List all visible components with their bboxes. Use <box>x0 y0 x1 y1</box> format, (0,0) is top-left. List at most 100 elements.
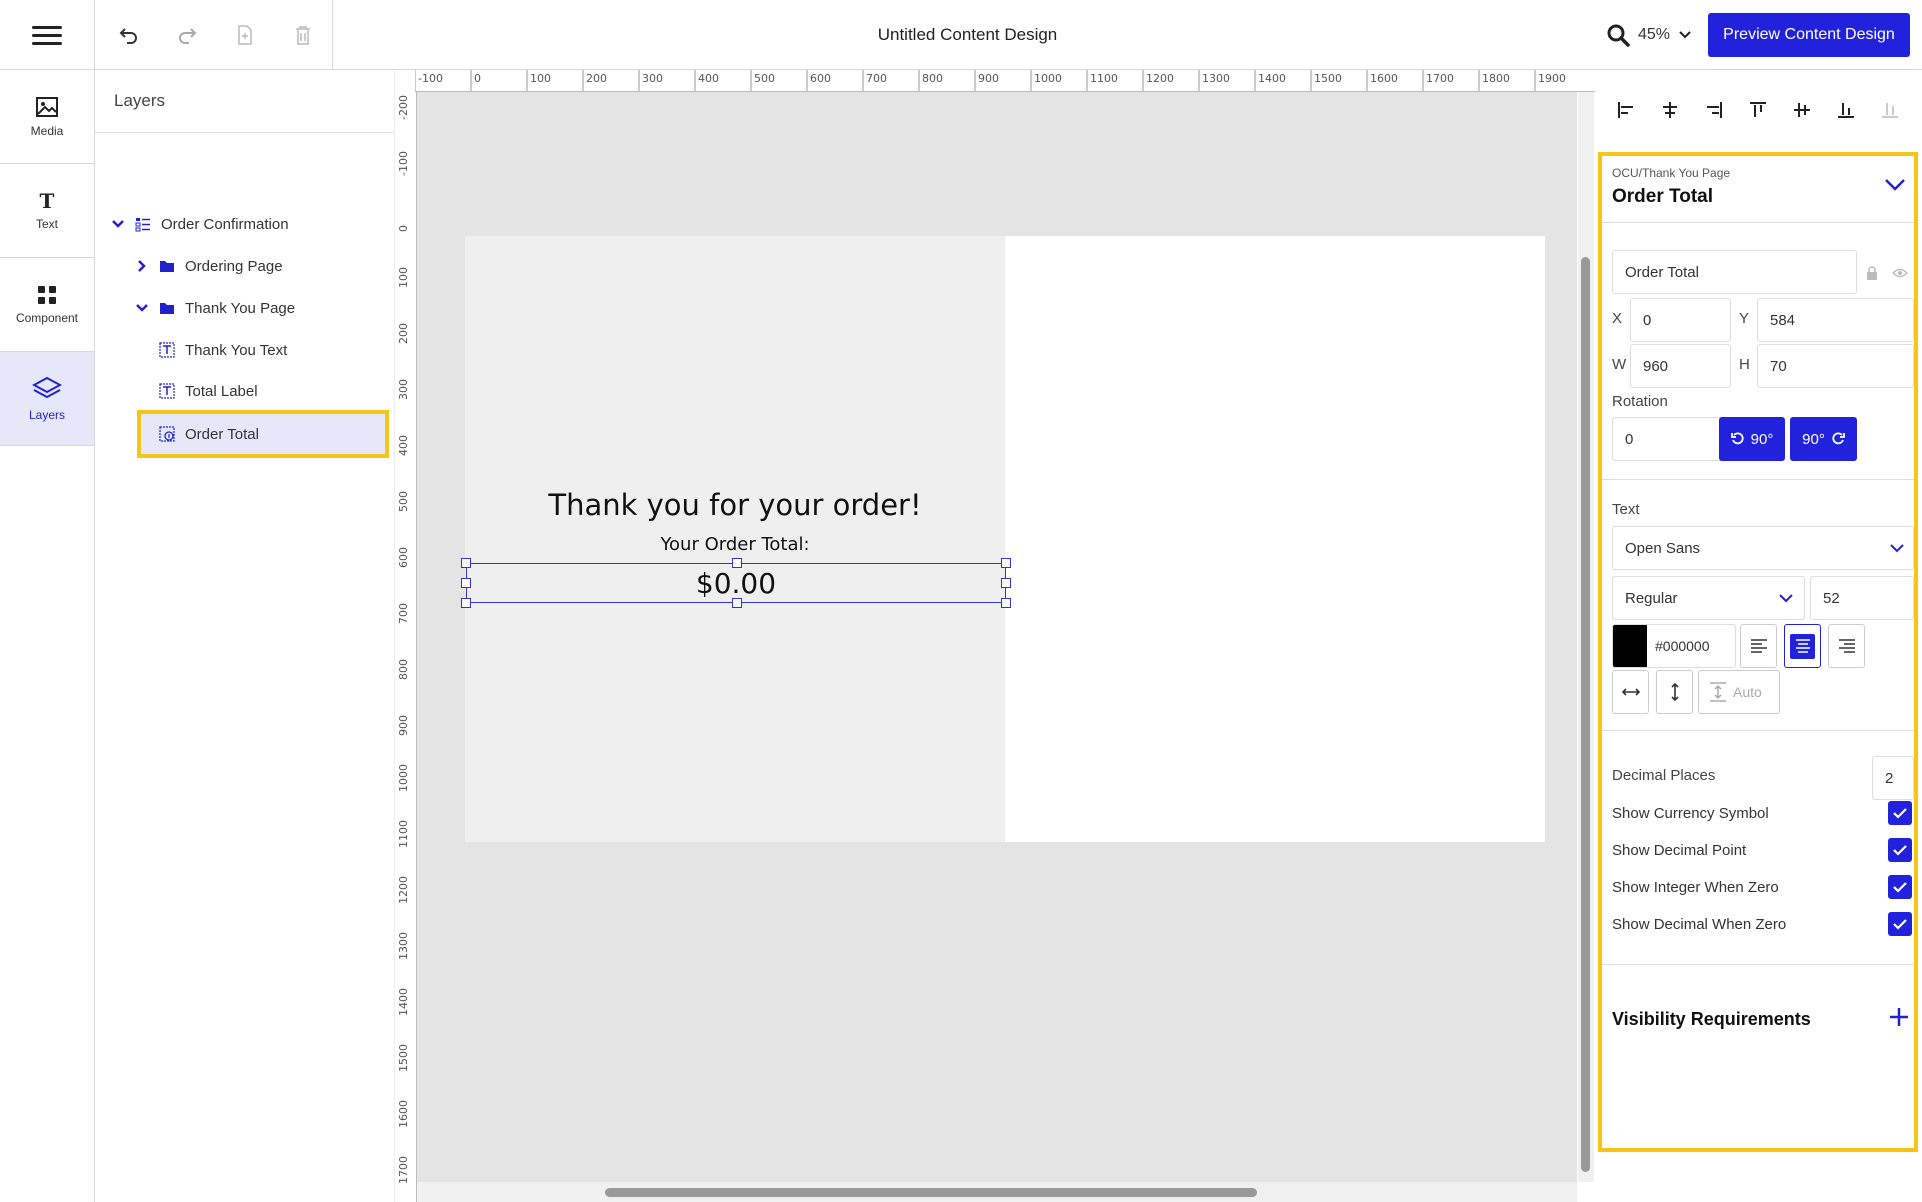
rail-item-media[interactable]: Media <box>0 70 94 164</box>
font-weight-select[interactable]: Regular <box>1612 576 1805 620</box>
distribute-button[interactable] <box>1878 98 1902 122</box>
resize-handle[interactable] <box>1001 598 1011 608</box>
align-bottom-button[interactable] <box>1834 98 1858 122</box>
design-canvas[interactable]: Thank you for your order! Your Order Tot… <box>417 92 1577 1182</box>
align-left-button[interactable] <box>1614 98 1638 122</box>
duplicate-button[interactable] <box>233 23 257 47</box>
rail-item-component[interactable]: Component <box>0 258 94 352</box>
ruler-tick-label: 1500 <box>397 1044 410 1072</box>
align-left-icon <box>1618 102 1633 118</box>
document-title[interactable]: Untitled Content Design <box>700 0 1235 70</box>
rotate-cw-button[interactable]: 90° <box>1790 417 1857 461</box>
zoom-control[interactable]: 45% <box>1606 0 1692 70</box>
font-family-select[interactable]: Open Sans <box>1612 526 1914 570</box>
ruler-tick-label: 1500 <box>1314 72 1342 85</box>
layer-total-label[interactable]: Total Label <box>159 375 258 407</box>
layer-thank-you-text[interactable]: Thank You Text <box>159 334 287 366</box>
ruler-tick-label: 1000 <box>397 764 410 792</box>
ruler-tick-label: 700 <box>397 603 410 624</box>
line-height-auto-button[interactable]: Auto <box>1698 670 1780 714</box>
plus-icon <box>1890 1008 1908 1026</box>
chevron-right-icon[interactable] <box>135 259 149 273</box>
show-decimal-point-row[interactable]: Show Decimal Point <box>1612 835 1912 865</box>
scroll-thumb[interactable] <box>1581 257 1590 1172</box>
resize-handle[interactable] <box>1001 558 1011 568</box>
rotate-left-icon <box>1730 432 1744 445</box>
rail-label: Layers <box>28 407 66 422</box>
align-center-h-button[interactable] <box>1658 98 1682 122</box>
divider <box>1602 222 1914 223</box>
w-input[interactable]: 960 <box>1630 344 1731 388</box>
layer-thank-you-page[interactable]: Thank You Page <box>135 292 295 324</box>
ruler-tick-label: 1600 <box>397 1100 410 1128</box>
rail-item-layers[interactable]: Layers <box>0 352 94 446</box>
x-label: X <box>1612 310 1623 327</box>
resize-handle[interactable] <box>461 578 471 588</box>
vertical-scrollbar[interactable] <box>1578 92 1594 1182</box>
show-decimal-when-zero-row[interactable]: Show Decimal When Zero <box>1612 909 1912 939</box>
layer-order-total[interactable]: Order Total <box>137 410 389 458</box>
rotate-ccw-button[interactable]: 90° <box>1719 417 1785 461</box>
show-currency-symbol-row[interactable]: Show Currency Symbol <box>1612 798 1912 828</box>
h-input[interactable]: 70 <box>1757 344 1914 388</box>
lock-icon[interactable] <box>1866 266 1878 280</box>
align-right-button[interactable] <box>1702 98 1726 122</box>
show-decimal-point-checkbox[interactable] <box>1888 838 1912 862</box>
text-align-left-button[interactable] <box>1740 624 1777 668</box>
layer-ordering-page[interactable]: Ordering Page <box>135 250 283 282</box>
eye-icon[interactable] <box>1892 268 1908 278</box>
chevron-down-icon[interactable] <box>111 219 125 229</box>
show-integer-when-zero-checkbox[interactable] <box>1888 875 1912 899</box>
color-field[interactable]: #000000 <box>1612 624 1736 668</box>
redo-button[interactable] <box>175 23 199 47</box>
resize-handle[interactable] <box>461 558 471 568</box>
check-label: Show Currency Symbol <box>1612 804 1769 822</box>
align-middle-button[interactable] <box>1790 98 1814 122</box>
show-decimal-when-zero-checkbox[interactable] <box>1888 912 1912 936</box>
font-family-value: Open Sans <box>1625 539 1701 557</box>
order-total-element[interactable]: $0.00 <box>461 558 1011 608</box>
rail-item-text[interactable]: T Text <box>0 164 94 258</box>
add-visibility-button[interactable] <box>1888 1006 1910 1033</box>
text-align-right-button[interactable] <box>1828 624 1865 668</box>
left-rail: Media T Text Component Layers <box>0 70 95 1202</box>
auto-width-button[interactable] <box>1612 670 1649 714</box>
menu-button[interactable] <box>0 0 95 70</box>
show-currency-symbol-checkbox[interactable] <box>1888 801 1912 825</box>
preview-button[interactable]: Preview Content Design <box>1708 13 1910 57</box>
rotate-right-icon <box>1832 432 1845 445</box>
collapse-button[interactable] <box>1884 178 1906 197</box>
layer-order-confirmation[interactable]: Order Confirmation <box>111 208 289 240</box>
element-name-field[interactable]: Order Total <box>1612 250 1857 294</box>
show-integer-when-zero-row[interactable]: Show Integer When Zero <box>1612 872 1912 902</box>
resize-handle[interactable] <box>461 598 471 608</box>
order-total-value: $0.00 <box>695 566 777 600</box>
undo-button[interactable] <box>117 23 141 47</box>
decimal-places-input[interactable]: 2 <box>1872 756 1914 800</box>
scroll-thumb[interactable] <box>605 1188 1257 1197</box>
chevron-down-icon[interactable] <box>135 303 149 313</box>
align-center-active <box>1790 633 1815 659</box>
total-label-text[interactable]: Your Order Total: <box>465 534 1005 555</box>
font-size-input[interactable]: 52 <box>1810 576 1914 620</box>
resize-handle[interactable] <box>1001 578 1011 588</box>
horizontal-scrollbar[interactable] <box>417 1182 1577 1202</box>
chevron-down-icon <box>1885 179 1905 191</box>
rotation-label: Rotation <box>1612 393 1668 410</box>
thank-you-text[interactable]: Thank you for your order! <box>465 488 1005 522</box>
color-swatch[interactable] <box>1613 625 1647 667</box>
ruler-tick-label: 800 <box>922 72 943 85</box>
grid-icon <box>38 285 56 304</box>
artboard-right[interactable] <box>1005 236 1545 842</box>
align-top-button[interactable] <box>1746 98 1770 122</box>
text-align-center-button[interactable] <box>1784 624 1821 668</box>
ruler-tick-label: 1100 <box>397 820 410 848</box>
x-input[interactable]: 0 <box>1630 298 1731 342</box>
resize-handle[interactable] <box>732 558 742 568</box>
y-input[interactable]: 584 <box>1757 298 1914 342</box>
top-bar: Untitled Content Design 45% Preview Cont… <box>0 0 1922 70</box>
ruler-tick-label: -100 <box>397 151 410 176</box>
resize-handle[interactable] <box>732 598 742 608</box>
auto-height-button[interactable] <box>1656 670 1693 714</box>
delete-button[interactable] <box>291 23 315 47</box>
